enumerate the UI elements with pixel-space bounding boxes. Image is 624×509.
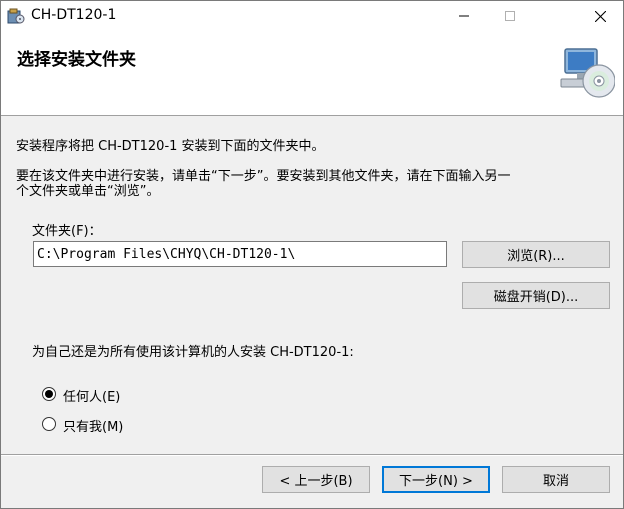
close-icon	[594, 10, 606, 22]
instruction-line-2: 个文件夹或单击“浏览”。	[16, 184, 160, 199]
folder-path-input[interactable]	[33, 241, 447, 267]
maximize-button[interactable]	[487, 1, 533, 31]
footer-divider	[1, 454, 623, 456]
computer-cd-icon	[560, 48, 615, 98]
wizard-header: 选择安装文件夹	[1, 31, 623, 116]
radio-everyone[interactable]	[42, 387, 56, 401]
radio-just-me[interactable]	[42, 417, 56, 431]
installer-window: CH-DT120-1 选择安装文件夹 安装程序将把 CH-DT120-1 安装到…	[0, 0, 624, 509]
install-for-label: 为自己还是为所有使用该计算机的人安装 CH-DT120-1:	[32, 345, 354, 360]
folder-label: 文件夹(F)：	[32, 224, 102, 239]
window-title: CH-DT120-1	[31, 7, 117, 23]
back-button[interactable]: < 上一步(B)	[262, 466, 370, 493]
radio-just-me-label[interactable]: 只有我(M)	[63, 416, 123, 435]
browse-button[interactable]: 浏览(R)...	[462, 241, 610, 268]
maximize-icon	[505, 11, 515, 21]
installer-app-icon	[7, 8, 25, 24]
intro-text: 安装程序将把 CH-DT120-1 安装到下面的文件夹中。	[16, 139, 325, 154]
minimize-icon	[459, 15, 469, 17]
cancel-button[interactable]: 取消	[502, 466, 610, 493]
next-button[interactable]: 下一步(N) >	[382, 466, 490, 493]
radio-everyone-label[interactable]: 任何人(E)	[63, 386, 120, 405]
disk-cost-button[interactable]: 磁盘开销(D)...	[462, 282, 610, 309]
close-button[interactable]	[577, 1, 623, 31]
page-title: 选择安装文件夹	[17, 50, 136, 70]
minimize-button[interactable]	[441, 1, 487, 31]
title-bar[interactable]: CH-DT120-1	[1, 1, 623, 31]
